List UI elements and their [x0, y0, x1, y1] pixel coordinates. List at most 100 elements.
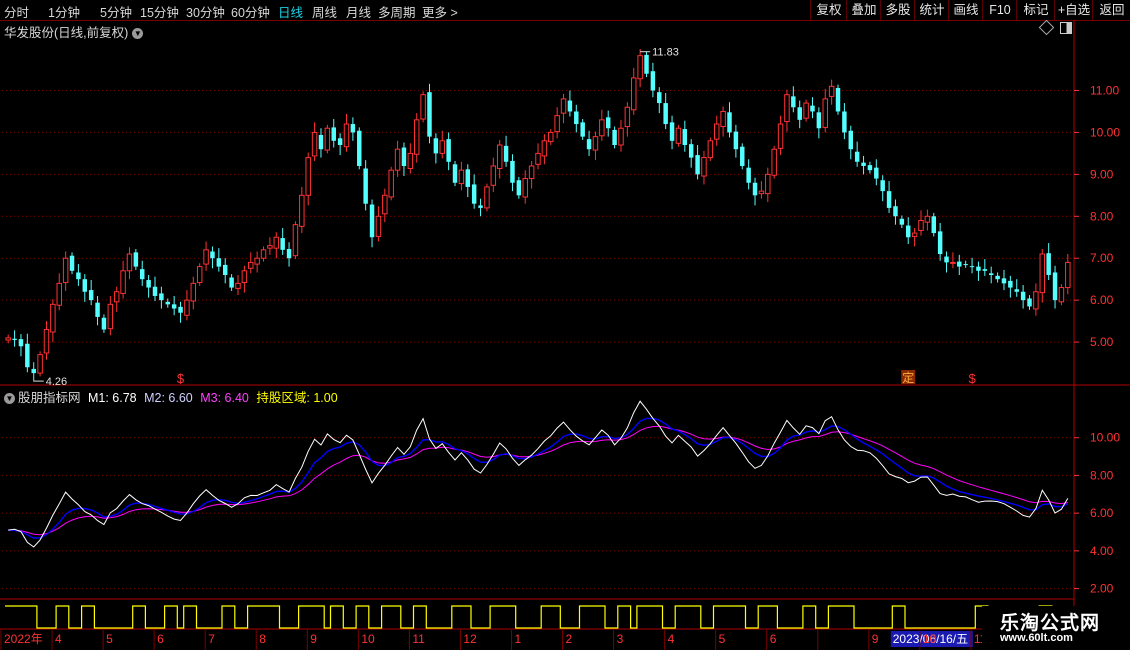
candle-body: [522, 178, 528, 198]
candle-body: [650, 71, 656, 91]
candle-body: [574, 111, 579, 125]
candle-body: [280, 238, 285, 250]
candle-body: [31, 368, 36, 374]
candle-body: [810, 105, 815, 112]
candle-body: [140, 269, 145, 280]
candle-body: [260, 249, 267, 259]
candle-body: [969, 266, 975, 268]
candle-body: [1065, 261, 1071, 289]
candle-body: [203, 249, 209, 265]
candle-body: [816, 112, 822, 129]
candle-body: [159, 293, 164, 301]
candle-body: [343, 123, 350, 148]
candle-body: [752, 182, 758, 196]
candle-body: [899, 218, 905, 225]
date-label: 10: [361, 632, 375, 646]
candle-body: [803, 102, 809, 119]
chevron-down-icon[interactable]: ▼: [4, 393, 15, 404]
price-tick-label: 8.00: [1090, 209, 1114, 223]
indicator-tick-label: 8.00: [1090, 468, 1114, 482]
date-label: 3: [617, 632, 624, 646]
candle-body: [746, 167, 751, 183]
candle-body: [1008, 280, 1013, 288]
candle-body: [931, 216, 936, 234]
candle-body: [5, 337, 11, 341]
price-tick-label: 11.00: [1090, 84, 1119, 98]
date-label: 6: [770, 632, 777, 646]
candle-body: [350, 124, 356, 133]
kline-chart[interactable]: 5.00 6.00 7.00 8.00 9.00 10.00 11.00 2.00 4.00 6.…: [0, 0, 1130, 650]
candle-body: [337, 138, 343, 146]
candle-body: [1014, 289, 1019, 292]
candle-body: [427, 92, 432, 137]
date-label: 2: [566, 632, 573, 646]
candle-body: [644, 54, 649, 74]
candle-body: [528, 165, 535, 180]
candle-body: [286, 248, 292, 259]
candle-body: [924, 215, 931, 223]
chevron-down-icon[interactable]: ▼: [132, 28, 144, 39]
indicator-tick-label: 6.00: [1090, 506, 1114, 520]
candle-body: [88, 290, 94, 301]
m2-line: [8, 417, 1069, 539]
candle-body: [842, 111, 847, 133]
candle-body: [822, 98, 828, 128]
stock-title[interactable]: 华发股份(日线,前复权) ▼: [4, 22, 144, 41]
zone-value: 持股区域: 1.00: [256, 391, 338, 405]
candle-body: [637, 55, 643, 80]
candle-body: [56, 282, 62, 306]
candle-body: [886, 191, 892, 208]
candle-body: [184, 299, 190, 316]
m3-value: M3: 6.40: [200, 391, 249, 405]
watermark-url: www.60lt.com: [1000, 632, 1073, 644]
candle-body: [413, 119, 420, 155]
candle-body: [1027, 298, 1032, 307]
watermark: 乐淘公式网 www.60lt.com: [982, 606, 1130, 650]
candle-body: [880, 180, 885, 192]
window-layout-icon[interactable]: [1060, 22, 1072, 34]
date-label: 1: [514, 632, 521, 646]
candle-body: [835, 87, 841, 112]
candle-body: [727, 112, 732, 133]
candle-body: [791, 96, 796, 108]
candle-body: [707, 140, 714, 159]
signal-marker: $: [968, 371, 976, 386]
candle-body: [152, 286, 158, 296]
candle-body: [210, 251, 215, 259]
candle-body: [950, 261, 956, 264]
candle-body: [918, 219, 924, 232]
date-label: 9: [872, 632, 879, 646]
candle-body: [535, 152, 541, 165]
indicator-tick-label: 10.00: [1090, 431, 1120, 445]
candle-body: [113, 291, 120, 303]
candle-body: [273, 236, 280, 249]
candle-body: [331, 127, 336, 141]
date-label: 4: [668, 632, 675, 646]
candle-body: [982, 269, 988, 271]
candle-body: [171, 304, 177, 309]
indicator-title: ▼ 股朋指标网 M1: 6.78 M2: 6.60 M3: 6.40 持股区域: …: [4, 387, 338, 406]
price-tick-label: 9.00: [1090, 167, 1114, 181]
candle-body: [37, 354, 43, 374]
candle-body: [62, 257, 69, 284]
indicator-tick-label: 4.00: [1090, 544, 1114, 558]
candle-body: [688, 144, 694, 158]
candle-body: [401, 147, 407, 166]
candle-body: [311, 131, 318, 157]
date-label: 7: [208, 632, 215, 646]
candle-body: [165, 301, 171, 305]
date-label: 6: [157, 632, 164, 646]
candle-body: [222, 264, 228, 275]
candle-body: [369, 204, 375, 238]
candle-body: [1046, 253, 1051, 275]
candle-body: [669, 122, 675, 141]
date-label: 5: [719, 632, 726, 646]
candle-body: [407, 152, 414, 169]
candle-body: [828, 85, 835, 97]
candle-body: [957, 261, 962, 267]
candle-body: [375, 215, 382, 237]
candle-body: [433, 138, 439, 154]
candle-body: [318, 134, 324, 150]
candle-body: [1001, 278, 1007, 284]
candle-body: [420, 94, 426, 120]
